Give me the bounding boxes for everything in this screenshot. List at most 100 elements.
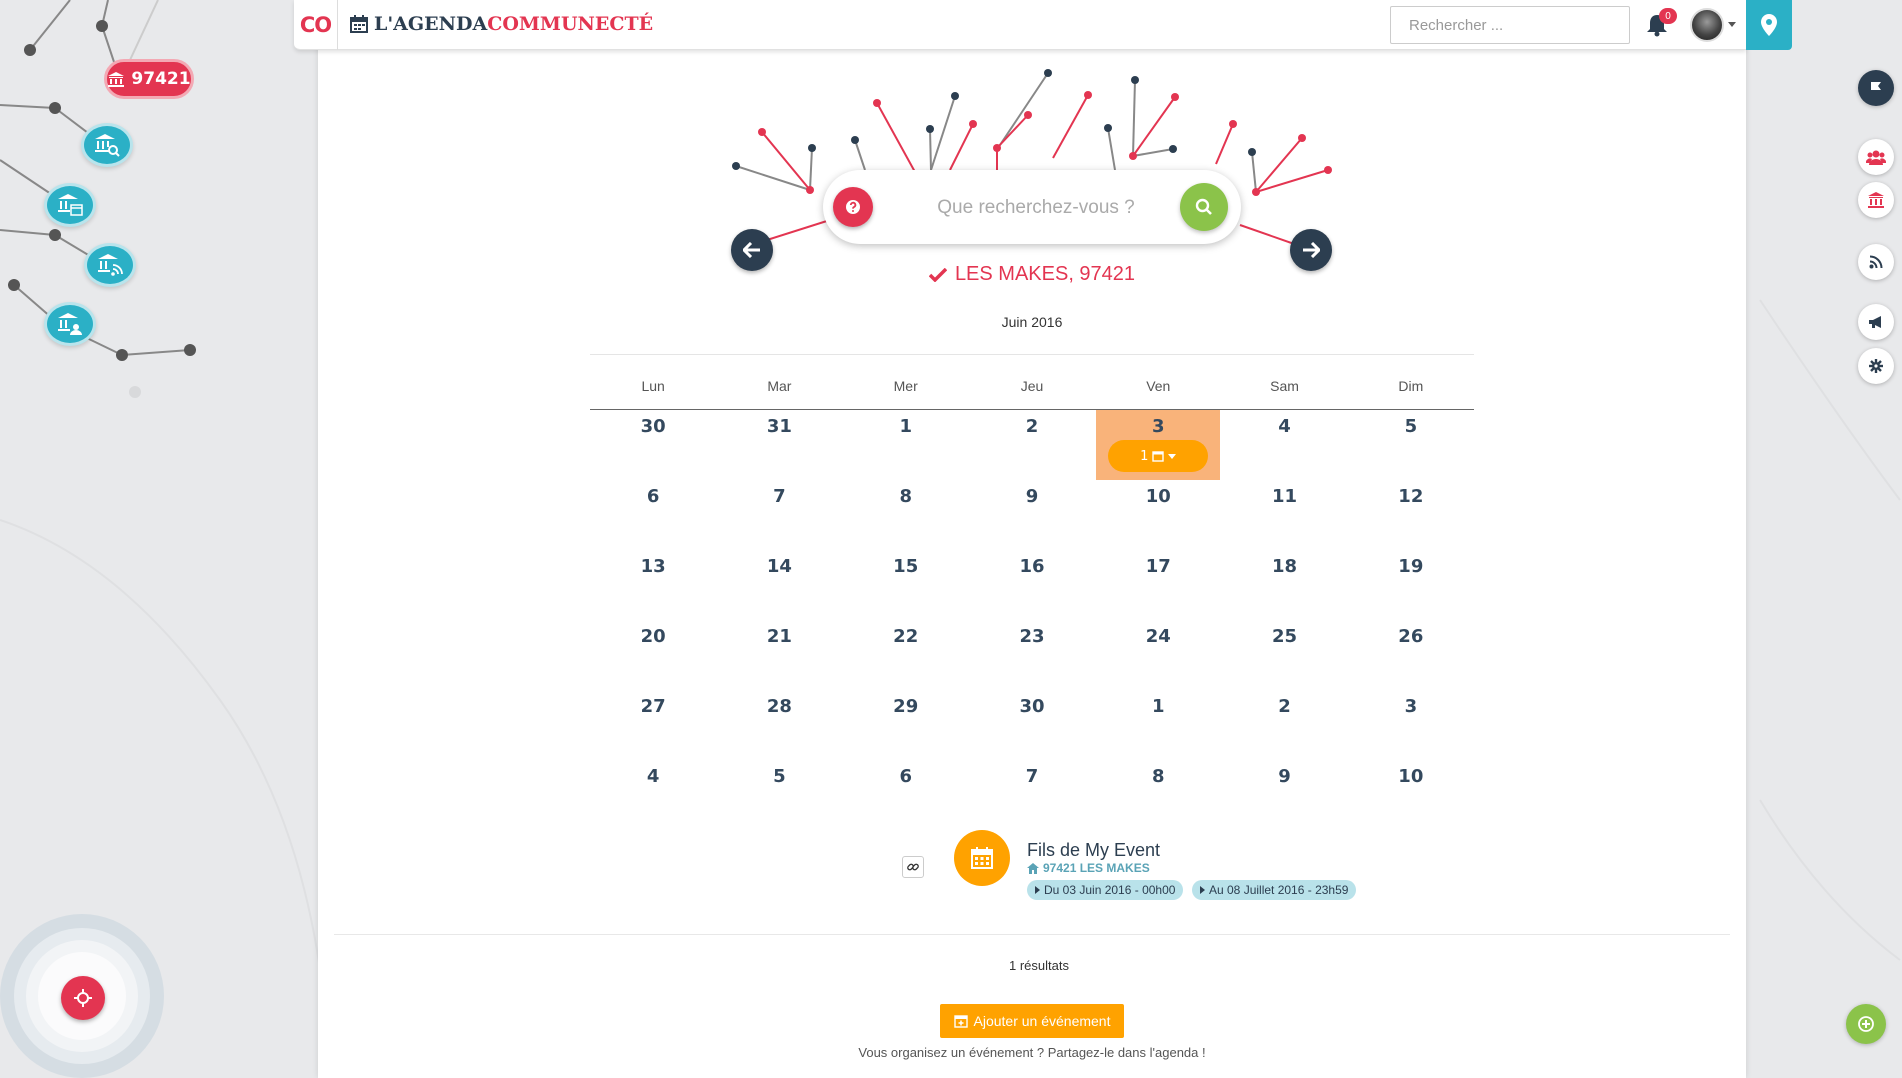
calendar-day[interactable]: 10 bbox=[1096, 480, 1220, 550]
calendar-day[interactable]: 4 bbox=[591, 760, 715, 830]
day-number: 23 bbox=[1019, 626, 1045, 647]
app-title[interactable]: L'AGENDA COMMUNECTÉ bbox=[350, 13, 653, 35]
day-number: 10 bbox=[1145, 486, 1171, 507]
caret-down-icon bbox=[1168, 453, 1177, 459]
calendar-day[interactable]: 2 bbox=[970, 410, 1094, 480]
add-event-label: Ajouter un événement bbox=[973, 1013, 1111, 1029]
crosshair-icon bbox=[74, 989, 92, 1007]
city-agenda-node[interactable] bbox=[44, 183, 96, 227]
event-start-date: Du 03 Juin 2016 - 00h00 bbox=[1027, 880, 1184, 900]
day-number: 3 bbox=[1404, 696, 1418, 717]
city-search-node[interactable] bbox=[81, 123, 133, 167]
event-avatar[interactable] bbox=[954, 830, 1010, 886]
global-search-input[interactable] bbox=[1390, 6, 1630, 44]
weekday-header: Sam bbox=[1270, 378, 1299, 394]
day-number: 9 bbox=[1278, 766, 1291, 787]
day-number: 5 bbox=[1404, 416, 1418, 437]
calendar-day[interactable]: 5 bbox=[717, 760, 841, 830]
calendar-day[interactable]: 18 bbox=[1222, 550, 1346, 620]
calendar-day[interactable]: 29 bbox=[844, 690, 968, 760]
flag-button[interactable] bbox=[1858, 70, 1894, 106]
calendar-day[interactable]: 30 bbox=[970, 690, 1094, 760]
city-community-node[interactable] bbox=[44, 302, 96, 346]
calendar-day[interactable]: 13 bbox=[591, 550, 715, 620]
zip-badge-label: 97421 bbox=[131, 69, 191, 89]
calendar-day[interactable]: 14 bbox=[717, 550, 841, 620]
scope-location[interactable]: LES MAKES, 97421 bbox=[0, 263, 1902, 286]
calendar-day[interactable]: 6 bbox=[591, 480, 715, 550]
day-number: 25 bbox=[1272, 626, 1298, 647]
calendar-day[interactable]: 11 bbox=[1222, 480, 1346, 550]
day-number: 18 bbox=[1272, 556, 1298, 577]
calendar-day[interactable]: 6 bbox=[844, 760, 968, 830]
zip-badge[interactable]: 97421 bbox=[104, 59, 194, 99]
event-count-dropdown[interactable]: 1 bbox=[1108, 440, 1209, 472]
calendar-day[interactable]: 24 bbox=[1096, 620, 1220, 690]
caret-right-icon bbox=[1035, 886, 1040, 894]
calendar-day[interactable]: 23 bbox=[970, 620, 1094, 690]
calendar-day[interactable]: 8 bbox=[844, 480, 968, 550]
calendar-day[interactable]: 16 bbox=[970, 550, 1094, 620]
calendar-day[interactable]: 8 bbox=[1096, 760, 1220, 830]
city-search-icon bbox=[95, 134, 120, 157]
calendar-day[interactable]: 10 bbox=[1349, 760, 1473, 830]
calendar-day[interactable]: 7 bbox=[970, 760, 1094, 830]
add-event-button[interactable]: Ajouter un événement bbox=[940, 1004, 1124, 1038]
logo[interactable]: CO bbox=[294, 0, 338, 50]
calendar-day[interactable]: 31 bbox=[717, 410, 841, 480]
scope-search-input[interactable] bbox=[896, 190, 1176, 226]
live-feed-button[interactable] bbox=[1858, 244, 1894, 280]
calendar-day[interactable]: 9 bbox=[970, 480, 1094, 550]
city-hall-button[interactable] bbox=[1858, 182, 1894, 218]
user-menu-caret-icon[interactable] bbox=[1728, 22, 1736, 27]
add-button[interactable] bbox=[1846, 1004, 1886, 1044]
event-title-link[interactable]: Fils de My Event bbox=[1027, 840, 1160, 861]
day-number: 7 bbox=[1025, 766, 1039, 787]
locate-me-button[interactable] bbox=[61, 976, 105, 1020]
scope-search-button[interactable] bbox=[1180, 183, 1228, 231]
calendar-day[interactable]: 4 bbox=[1222, 410, 1346, 480]
calendar-day[interactable]: 30 bbox=[591, 410, 715, 480]
calendar-day[interactable]: 15 bbox=[844, 550, 968, 620]
event-location: 97421 LES MAKES bbox=[1027, 861, 1150, 875]
calendar-grid: Lun Mar Mer Jeu Ven Sam Dim 30 31 1 2 3 … bbox=[590, 374, 1474, 830]
calendar-day[interactable]: 22 bbox=[844, 620, 968, 690]
calendar-week-row: 20 21 22 23 24 25 26 bbox=[590, 620, 1474, 690]
day-number: 1 bbox=[1152, 696, 1165, 717]
day-number: 3 bbox=[1152, 416, 1165, 437]
calendar-day[interactable]: 12 bbox=[1349, 480, 1473, 550]
calendar-day[interactable]: 19 bbox=[1349, 550, 1473, 620]
calendar-day[interactable]: 1 bbox=[1096, 690, 1220, 760]
calendar-day[interactable]: 25 bbox=[1222, 620, 1346, 690]
calendar-day[interactable]: 21 bbox=[717, 620, 841, 690]
plus-circle-icon bbox=[1858, 1016, 1874, 1032]
megaphone-icon bbox=[1869, 316, 1881, 328]
calendar-day[interactable]: 3 bbox=[1349, 690, 1473, 760]
calendar-day-with-event[interactable]: 3 1 bbox=[1096, 410, 1221, 480]
day-number: 16 bbox=[1019, 556, 1045, 577]
help-button[interactable] bbox=[833, 187, 873, 227]
announcements-button[interactable] bbox=[1858, 304, 1894, 340]
calendar-weekday-row: Lun Mar Mer Jeu Ven Sam Dim bbox=[590, 374, 1474, 410]
user-avatar[interactable] bbox=[1690, 8, 1724, 42]
calendar-day[interactable]: 26 bbox=[1349, 620, 1473, 690]
calendar-day[interactable]: 2 bbox=[1222, 690, 1346, 760]
calendar-day[interactable]: 1 bbox=[844, 410, 968, 480]
day-number: 14 bbox=[766, 556, 792, 577]
calendar-day[interactable]: 20 bbox=[591, 620, 715, 690]
link-button[interactable] bbox=[902, 856, 924, 878]
calendar-day[interactable]: 27 bbox=[591, 690, 715, 760]
calendar-day[interactable]: 7 bbox=[717, 480, 841, 550]
calendar-icon bbox=[1152, 451, 1165, 462]
calendar-day[interactable]: 9 bbox=[1222, 760, 1346, 830]
day-number: 6 bbox=[646, 486, 660, 507]
calendar-day[interactable]: 17 bbox=[1096, 550, 1220, 620]
city-calendar-icon bbox=[58, 194, 83, 216]
calendar-day[interactable]: 5 bbox=[1349, 410, 1473, 480]
app-title-part1: L'AGENDA bbox=[374, 13, 488, 35]
calendar-day[interactable]: 28 bbox=[717, 690, 841, 760]
geolocation-button[interactable] bbox=[1746, 0, 1792, 50]
community-button[interactable] bbox=[1858, 139, 1894, 175]
app-title-part2: COMMUNECTÉ bbox=[487, 13, 654, 35]
settings-button[interactable] bbox=[1858, 348, 1894, 384]
